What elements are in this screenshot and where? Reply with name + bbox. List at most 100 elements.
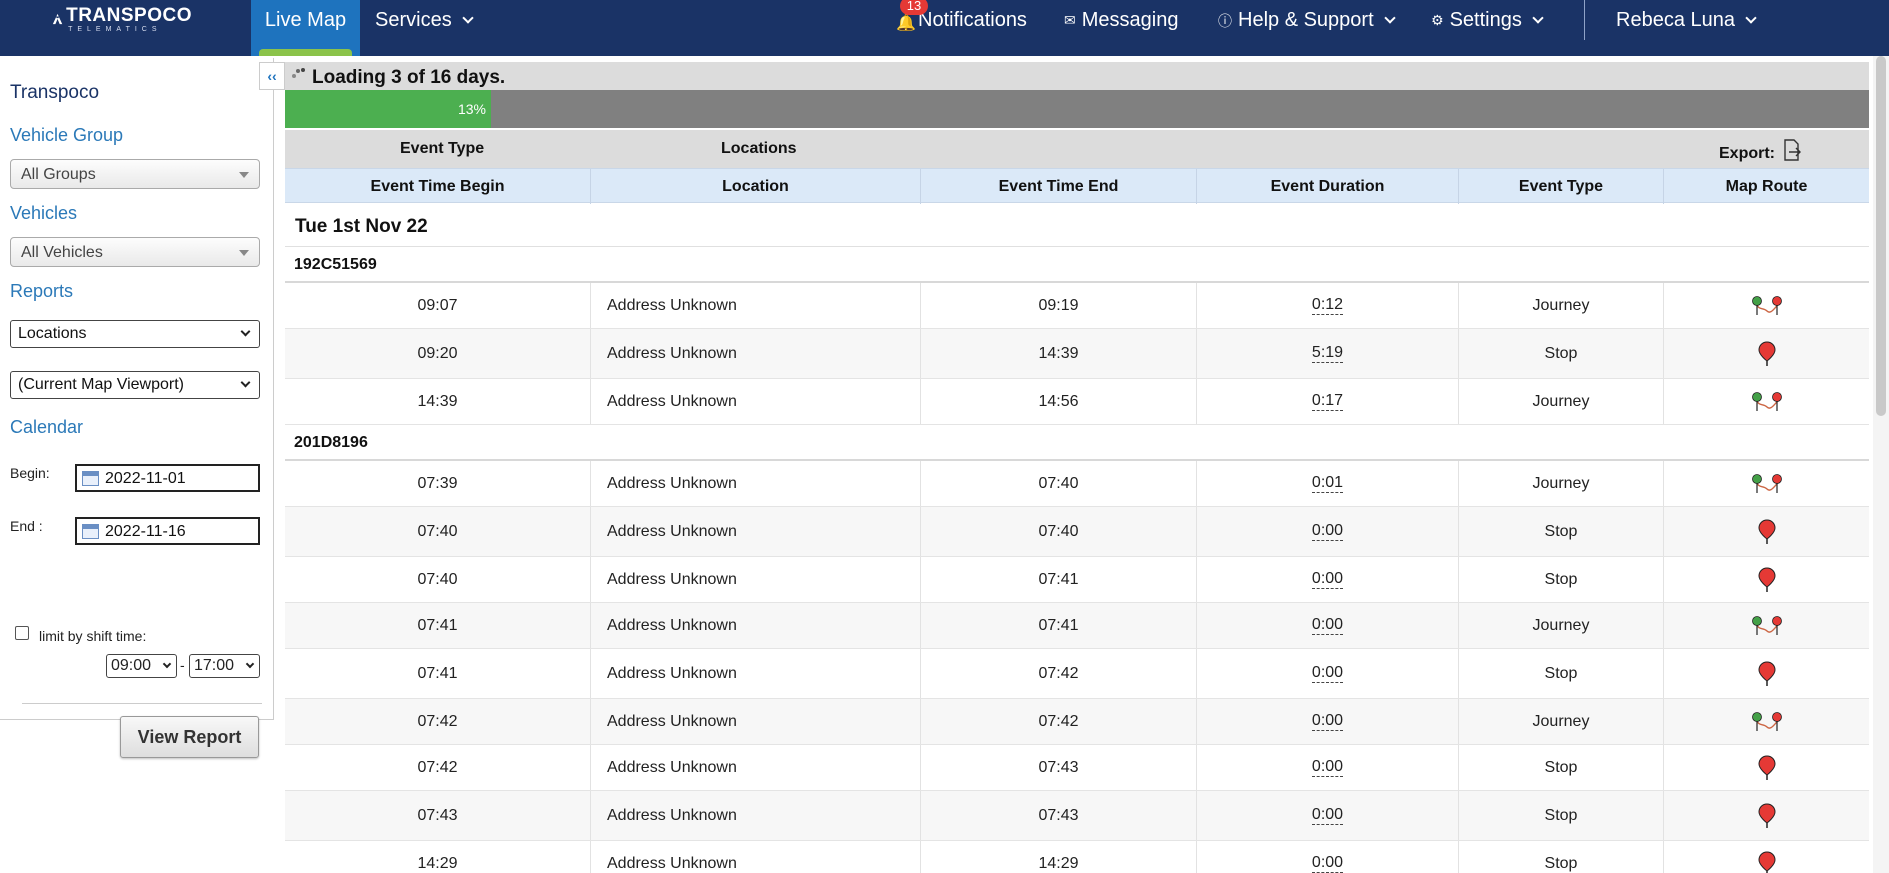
col-event-type[interactable]: Event Type: [1459, 169, 1664, 204]
calendar-icon[interactable]: [82, 471, 99, 486]
chevron-down-icon: [162, 659, 172, 669]
cell-duration-text: 0:01: [1311, 474, 1344, 493]
cell-duration[interactable]: 0:00: [1197, 603, 1459, 648]
cell-time-begin: 07:42: [285, 699, 591, 744]
nav-services[interactable]: Services: [375, 9, 474, 32]
nav-user-menu[interactable]: Rebeca Luna: [1616, 9, 1757, 32]
table-row[interactable]: 14:39 Address Unknown 14:56 0:17 Journey: [285, 379, 1869, 425]
cell-duration[interactable]: 0:00: [1197, 841, 1459, 873]
caret-down-icon: [239, 172, 249, 178]
col-event-duration[interactable]: Event Duration: [1197, 169, 1459, 204]
cell-location-text: Address Unknown: [607, 806, 737, 824]
cell-map-route[interactable]: [1664, 649, 1869, 698]
cell-time-end-text: 07:41: [1038, 570, 1079, 588]
vehicle-group-dropdown[interactable]: All Groups: [10, 159, 260, 189]
nav-settings[interactable]: ⚙ Settings: [1431, 9, 1544, 32]
stop-pin-icon: [1757, 802, 1776, 828]
filter-locations[interactable]: Locations: [721, 140, 797, 158]
vehicles-label[interactable]: Vehicles: [10, 203, 77, 224]
cell-event-type-text: Stop: [1544, 806, 1578, 824]
cell-map-route[interactable]: [1664, 603, 1869, 648]
reports-label[interactable]: Reports: [10, 281, 73, 302]
cell-duration-text: 0:00: [1311, 854, 1344, 873]
cell-location: Address Unknown: [591, 699, 921, 744]
cell-map-route[interactable]: [1664, 699, 1869, 744]
report-type-select[interactable]: Locations: [10, 320, 260, 348]
export-icon[interactable]: [1783, 139, 1801, 161]
nav-divider: [1584, 0, 1585, 40]
table-row[interactable]: 07:41 Address Unknown 07:41 0:00 Journey: [285, 603, 1869, 649]
cell-time-end: 14:39: [921, 329, 1197, 378]
filter-event-type[interactable]: Event Type: [400, 140, 484, 158]
cell-map-route[interactable]: [1664, 507, 1869, 556]
sidebar-divider: [22, 703, 262, 704]
cell-time-end: 07:41: [921, 557, 1197, 602]
table-row[interactable]: 07:40 Address Unknown 07:41 0:00 Stop: [285, 557, 1869, 603]
cell-location: Address Unknown: [591, 841, 921, 873]
cell-duration[interactable]: 0:01: [1197, 461, 1459, 506]
nav-notifications[interactable]: 🔔 13 Notifications: [896, 0, 1027, 32]
col-event-time-end[interactable]: Event Time End: [921, 169, 1197, 204]
cell-time-begin: 07:41: [285, 649, 591, 698]
table-row[interactable]: 07:39 Address Unknown 07:40 0:01 Journey: [285, 461, 1869, 507]
begin-date-input[interactable]: 2022-11-01: [75, 464, 260, 492]
cell-map-route[interactable]: [1664, 379, 1869, 424]
cell-duration[interactable]: 0:00: [1197, 557, 1459, 602]
vehicle-group-label[interactable]: Vehicle Group: [10, 125, 123, 146]
cell-map-route[interactable]: [1664, 791, 1869, 840]
cell-map-route[interactable]: [1664, 461, 1869, 506]
table-row[interactable]: 09:07 Address Unknown 09:19 0:12 Journey: [285, 283, 1869, 329]
cell-duration[interactable]: 0:12: [1197, 283, 1459, 328]
nav-live-map[interactable]: Live Map: [251, 0, 360, 56]
cell-map-route[interactable]: [1664, 283, 1869, 328]
cell-duration[interactable]: 0:17: [1197, 379, 1459, 424]
end-date-input[interactable]: 2022-11-16: [75, 517, 260, 545]
col-map-route[interactable]: Map Route: [1664, 169, 1869, 204]
cell-time-end: 14:29: [921, 841, 1197, 873]
collapse-sidebar-button[interactable]: ‹‹: [259, 62, 285, 90]
cell-duration[interactable]: 0:00: [1197, 791, 1459, 840]
limit-shift-checkbox[interactable]: [15, 626, 29, 640]
route-pins-icon: [1751, 711, 1782, 731]
calendar-label[interactable]: Calendar: [10, 417, 83, 438]
nav-messaging[interactable]: ✉ Messaging: [1064, 9, 1178, 32]
chevron-down-icon: [1383, 12, 1396, 24]
view-report-button[interactable]: View Report: [120, 716, 259, 758]
cell-location-text: Address Unknown: [607, 522, 737, 540]
table-row[interactable]: 07:41 Address Unknown 07:42 0:00 Stop: [285, 649, 1869, 699]
scrollbar-thumb[interactable]: [1876, 56, 1886, 416]
nav-help-support[interactable]: ⓘ Help & Support: [1218, 9, 1396, 32]
cell-map-route[interactable]: [1664, 745, 1869, 790]
brand-logo[interactable]: TRANSPOCO TELEMATICS: [52, 4, 192, 34]
cell-time-begin-text: 07:43: [417, 806, 458, 824]
shift-end-select[interactable]: 17:00: [189, 654, 260, 678]
table-row[interactable]: 07:40 Address Unknown 07:40 0:00 Stop: [285, 507, 1869, 557]
table-row[interactable]: 07:42 Address Unknown 07:42 0:00 Journey: [285, 699, 1869, 745]
cell-duration[interactable]: 0:00: [1197, 699, 1459, 744]
cell-time-end: 07:43: [921, 745, 1197, 790]
cell-duration[interactable]: 5:19: [1197, 329, 1459, 378]
cell-duration[interactable]: 0:00: [1197, 649, 1459, 698]
table-row[interactable]: 09:20 Address Unknown 14:39 5:19 Stop: [285, 329, 1869, 379]
cell-map-route[interactable]: [1664, 329, 1869, 378]
cell-map-route[interactable]: [1664, 557, 1869, 602]
cell-duration[interactable]: 0:00: [1197, 507, 1459, 556]
end-date-value: 2022-11-16: [105, 523, 186, 540]
table-row[interactable]: 07:43 Address Unknown 07:43 0:00 Stop: [285, 791, 1869, 841]
table-row[interactable]: 14:29 Address Unknown 14:29 0:00 Stop: [285, 841, 1869, 873]
shift-start-select[interactable]: 09:00: [106, 654, 177, 678]
vehicles-dropdown[interactable]: All Vehicles: [10, 237, 260, 267]
cell-map-route[interactable]: [1664, 841, 1869, 873]
calendar-icon[interactable]: [82, 524, 99, 539]
cell-duration[interactable]: 0:00: [1197, 745, 1459, 790]
col-event-time-begin[interactable]: Event Time Begin: [285, 169, 591, 204]
nav-live-map-label: Live Map: [264, 9, 347, 31]
cell-location-text: Address Unknown: [607, 854, 737, 872]
col-location[interactable]: Location: [591, 169, 921, 204]
spinner-icon: [292, 68, 305, 78]
cell-location-text: Address Unknown: [607, 758, 737, 776]
cell-location: Address Unknown: [591, 649, 921, 698]
table-row[interactable]: 07:42 Address Unknown 07:43 0:00 Stop: [285, 745, 1869, 791]
viewport-value: (Current Map Viewport): [18, 376, 184, 393]
viewport-select[interactable]: (Current Map Viewport): [10, 371, 260, 399]
